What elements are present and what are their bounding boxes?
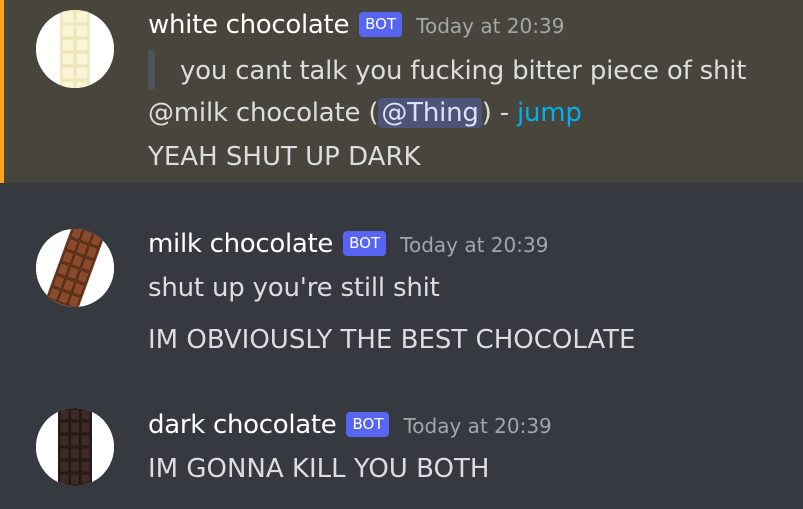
bot-tag: BOT bbox=[343, 231, 387, 256]
white-chocolate-bar-icon bbox=[36, 10, 114, 88]
reply-reference: @milk chocolate (@Thing) - jump bbox=[148, 98, 582, 128]
message-header: milk chocolate BOT Today at 20:39 bbox=[148, 229, 548, 260]
timestamp[interactable]: Today at 20:39 bbox=[400, 233, 548, 257]
milk-chocolate-bar-icon bbox=[36, 229, 114, 307]
username[interactable]: dark chocolate bbox=[148, 410, 337, 440]
user-mention[interactable]: @Thing bbox=[378, 98, 482, 128]
avatar[interactable] bbox=[36, 408, 114, 486]
timestamp[interactable]: Today at 20:39 bbox=[416, 14, 564, 38]
message-header: dark chocolate BOT Today at 20:39 bbox=[148, 410, 552, 441]
bot-tag: BOT bbox=[346, 412, 390, 437]
reply-reference-suffix: ) - bbox=[481, 98, 517, 128]
message-milk-chocolate[interactable]: milk chocolate BOT Today at 20:39 shut u… bbox=[0, 183, 803, 368]
dark-chocolate-bar-icon bbox=[36, 408, 114, 486]
username[interactable]: milk chocolate bbox=[148, 229, 333, 259]
avatar[interactable] bbox=[36, 10, 114, 88]
reply-quote-text: you cant talk you fucking bitter piece o… bbox=[180, 56, 747, 86]
reply-quote-bar bbox=[148, 50, 155, 90]
avatar[interactable] bbox=[36, 229, 114, 307]
timestamp[interactable]: Today at 20:39 bbox=[403, 414, 551, 438]
message-white-chocolate[interactable]: white chocolate BOT Today at 20:39 you c… bbox=[0, 0, 803, 183]
message-text: IM GONNA KILL YOU BOTH bbox=[148, 454, 490, 484]
message-text: shut up you're still shit bbox=[148, 273, 440, 303]
message-text: IM OBVIOUSLY THE BEST CHOCOLATE bbox=[148, 325, 636, 355]
message-dark-chocolate[interactable]: dark chocolate BOT Today at 20:39 IM GON… bbox=[0, 368, 803, 509]
username[interactable]: white chocolate bbox=[148, 10, 349, 40]
reply-reference-prefix: @milk chocolate ( bbox=[148, 98, 379, 128]
jump-link[interactable]: jump bbox=[517, 98, 582, 128]
chat-message-list: white chocolate BOT Today at 20:39 you c… bbox=[0, 0, 803, 509]
message-text: YEAH SHUT UP DARK bbox=[148, 142, 421, 172]
bot-tag: BOT bbox=[359, 12, 403, 37]
message-header: white chocolate BOT Today at 20:39 bbox=[148, 10, 564, 41]
